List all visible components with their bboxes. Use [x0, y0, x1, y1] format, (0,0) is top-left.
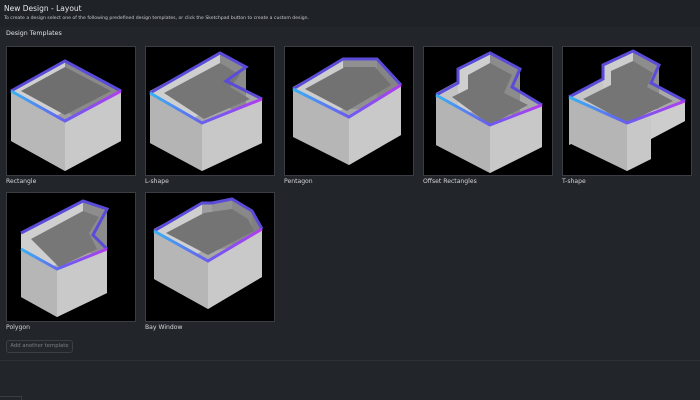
template-label: L-shape — [145, 178, 169, 185]
template-label: Pentagon — [284, 178, 313, 185]
template-polygon[interactable]: Polygon — [6, 192, 136, 334]
rectangle-room-icon — [6, 46, 136, 176]
template-grid: Rectangle L-shape Pentagon Offset Rectan… — [6, 46, 696, 338]
template-pentagon[interactable]: Pentagon — [284, 46, 414, 188]
template-l-shape[interactable]: L-shape — [145, 46, 275, 188]
pentagon-room-icon — [284, 46, 414, 176]
template-label: Bay Window — [145, 324, 183, 331]
bay-window-room-icon — [145, 192, 275, 322]
template-label: Polygon — [6, 324, 30, 331]
polygon-room-icon — [6, 192, 136, 322]
design-templates-section-header: Design Templates — [0, 27, 700, 40]
offset-rectangles-room-icon — [423, 46, 553, 176]
template-label: Rectangle — [6, 178, 37, 185]
template-t-shape[interactable]: T-shape — [562, 46, 692, 188]
section-title: Design Templates — [6, 30, 62, 37]
template-label: Offset Rectangles — [423, 178, 477, 185]
footer-tab — [0, 396, 22, 400]
template-label: T-shape — [562, 178, 586, 185]
footer-divider — [0, 360, 700, 361]
template-bay-window[interactable]: Bay Window — [145, 192, 275, 334]
page-instructions: To create a design select one of the fol… — [4, 16, 310, 21]
new-design-layout-window: New Design - Layout To create a design s… — [0, 0, 700, 400]
l-shape-room-icon — [145, 46, 275, 176]
template-rectangle[interactable]: Rectangle — [6, 46, 136, 188]
header: New Design - Layout To create a design s… — [0, 0, 700, 27]
t-shape-room-icon — [562, 46, 692, 176]
page-title: New Design - Layout — [4, 4, 82, 13]
template-offset-rectangles[interactable]: Offset Rectangles — [423, 46, 553, 188]
add-another-template-button[interactable]: Add another template — [6, 340, 73, 353]
